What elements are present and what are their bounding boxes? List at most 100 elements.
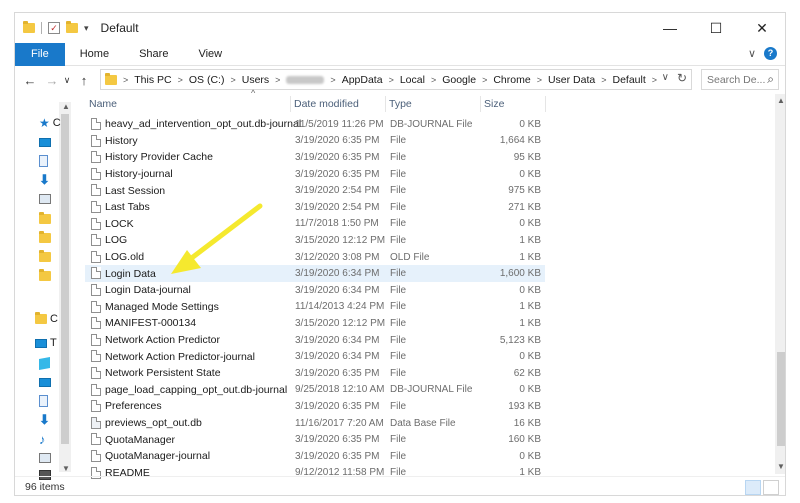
breadcrumb-separator[interactable]: > — [275, 75, 280, 85]
table-row[interactable]: Network Action Predictor-journal 3/19/202… — [85, 348, 545, 365]
file-size: 95 KB — [513, 151, 541, 163]
nav-item-downloads[interactable]: ⬇ — [39, 412, 69, 428]
breadcrumb-os-drive[interactable]: OS (C:) — [189, 74, 225, 86]
recent-locations-button[interactable]: ∨ — [61, 75, 73, 86]
nav-item-folder[interactable] — [39, 268, 69, 284]
breadcrumb-username-redacted[interactable] — [286, 75, 325, 84]
back-button[interactable]: ← — [21, 73, 39, 88]
nav-item-folder[interactable] — [39, 249, 69, 265]
nav-item-pictures[interactable] — [39, 191, 69, 207]
nav-item-pictures[interactable] — [39, 450, 69, 466]
table-row[interactable]: QuotaManager-journal 3/19/2020 6:35 PM Fil… — [85, 448, 545, 465]
breadcrumb-appdata[interactable]: AppData — [342, 74, 383, 86]
table-row[interactable]: History 3/19/2020 6:35 PM File 1,664 KB — [85, 133, 545, 150]
tab-share[interactable]: Share — [124, 43, 183, 66]
tab-file[interactable]: File — [15, 42, 65, 66]
folder-icon — [39, 269, 51, 281]
scroll-down-arrow[interactable]: ▼ — [777, 462, 785, 471]
nav-item-3d-objects[interactable] — [39, 355, 69, 371]
help-icon[interactable]: ? — [764, 47, 777, 60]
nav-item-desktop[interactable] — [39, 134, 69, 150]
file-date-modified: 3/19/2020 6:34 PM — [295, 284, 380, 296]
table-row[interactable]: MANIFEST-000134 3/15/2020 12:12 PM File 1 K… — [85, 315, 545, 332]
minimize-button[interactable]: — — [647, 13, 693, 43]
table-row[interactable]: LOG.old 3/12/2020 3:08 PM OLD File 1 KB — [85, 249, 545, 266]
table-row[interactable]: Network Action Predictor 3/19/2020 6:34 P… — [85, 332, 545, 349]
nav-item-this-pc[interactable]: T — [35, 335, 65, 351]
search-input[interactable]: Search De... — [707, 74, 765, 86]
file-size: 1,664 KB — [499, 135, 541, 147]
file-type: File — [390, 218, 407, 230]
table-row[interactable]: heavy_ad_intervention_opt_out.db-journal… — [85, 116, 545, 133]
search-icon[interactable]: ⌕ — [767, 72, 774, 87]
breadcrumb-local[interactable]: Local — [400, 74, 425, 86]
search-box[interactable]: Search De... ⌕ — [701, 69, 779, 90]
table-row[interactable]: Network Persistent State 3/19/2020 6:35 P… — [85, 365, 545, 382]
nav-item-folder[interactable] — [39, 211, 69, 227]
table-row[interactable]: Login Data 3/19/2020 6:34 PM File 1,600 KB — [85, 265, 545, 282]
table-row[interactable]: Preferences 3/19/2020 6:35 PM File 193 KB — [85, 398, 545, 415]
breadcrumb-separator[interactable]: > — [537, 75, 542, 85]
expand-ribbon-icon[interactable]: ∨ — [748, 47, 756, 60]
breadcrumb-chrome[interactable]: Chrome — [493, 74, 530, 86]
nav-item-folder[interactable] — [39, 230, 69, 246]
nav-item-quick-access[interactable]: ★ C — [39, 115, 69, 131]
nav-item-desktop[interactable] — [39, 374, 69, 390]
table-row[interactable]: LOCK 11/7/2018 1:50 PM File 0 KB — [85, 216, 545, 233]
scroll-up-arrow[interactable]: ▲ — [777, 96, 785, 105]
table-row[interactable]: LOG 3/15/2020 12:12 PM File 1 KB — [85, 232, 545, 249]
breadcrumb-separator[interactable]: > — [482, 75, 487, 85]
breadcrumb-default[interactable]: Default — [612, 74, 645, 86]
refresh-icon[interactable]: ↻ — [677, 71, 687, 85]
table-row[interactable]: Login Data-journal 3/19/2020 6:34 PM File 0… — [85, 282, 545, 299]
nav-item-documents[interactable] — [39, 153, 69, 169]
table-row[interactable]: Last Session 3/19/2020 2:54 PM File 975 KB — [85, 182, 545, 199]
up-button[interactable]: ↑ — [75, 73, 93, 88]
file-size: 193 KB — [508, 400, 541, 412]
nav-item-onedrive[interactable]: C — [35, 311, 65, 327]
table-row[interactable]: Last Tabs 3/19/2020 2:54 PM File 271 KB — [85, 199, 545, 216]
breadcrumb-separator[interactable]: > — [178, 75, 183, 85]
details-view-button[interactable] — [745, 480, 761, 495]
forward-button[interactable]: → — [43, 73, 61, 88]
breadcrumb-google[interactable]: Google — [442, 74, 476, 86]
column-header-name[interactable]: Name — [85, 94, 290, 114]
column-divider[interactable] — [545, 96, 546, 112]
breadcrumb-separator[interactable]: > — [601, 75, 606, 85]
nav-scroll-up-arrow[interactable]: ▲ — [62, 102, 70, 111]
breadcrumb-separator[interactable]: > — [652, 75, 657, 85]
close-button[interactable]: ✕ — [739, 13, 785, 43]
nav-item-downloads[interactable]: ⬇ — [39, 172, 69, 188]
table-row[interactable]: History Provider Cache 3/19/2020 6:35 PM F… — [85, 149, 545, 166]
customize-toolbar-icon[interactable]: ▾ — [84, 23, 89, 34]
breadcrumb-separator[interactable]: > — [330, 75, 335, 85]
table-row[interactable]: QuotaManager 3/19/2020 6:35 PM File 160 KB — [85, 431, 545, 448]
column-header-date-modified[interactable]: Date modified — [290, 94, 385, 114]
breadcrumb-separator[interactable]: > — [389, 75, 394, 85]
nav-item-documents[interactable] — [39, 393, 69, 409]
tab-home[interactable]: Home — [65, 43, 124, 66]
column-header-size[interactable]: Size — [480, 94, 545, 114]
file-list-scroll-thumb[interactable] — [777, 352, 785, 446]
breadcrumb-user-data[interactable]: User Data — [548, 74, 595, 86]
column-header-type[interactable]: Type — [385, 94, 480, 114]
address-bar[interactable]: > This PC > OS (C:) > Users > > AppData … — [100, 69, 692, 90]
breadcrumb-this-pc[interactable]: This PC — [134, 74, 171, 86]
properties-icon[interactable]: ✓ — [48, 22, 60, 34]
table-row[interactable]: previews_opt_out.db 11/16/2017 7:20 AM Dat… — [85, 415, 545, 432]
large-icons-view-button[interactable] — [763, 480, 779, 495]
address-history-dropdown[interactable]: ∨ — [662, 72, 669, 83]
nav-item-music[interactable]: ♪ — [39, 431, 69, 447]
file-list-scrollbar[interactable]: ▲ ▼ — [775, 94, 785, 474]
breadcrumb-separator[interactable]: > — [123, 75, 128, 85]
file-type: Data Base File — [390, 417, 456, 429]
breadcrumb-users[interactable]: Users — [242, 74, 269, 86]
table-row[interactable]: Managed Mode Settings 11/14/2013 4:24 PM F… — [85, 299, 545, 316]
breadcrumb-separator[interactable]: > — [230, 75, 235, 85]
new-folder-icon[interactable] — [66, 21, 78, 33]
tab-view[interactable]: View — [183, 43, 237, 66]
table-row[interactable]: page_load_capping_opt_out.db-journal 9/25… — [85, 382, 545, 399]
breadcrumb-separator[interactable]: > — [431, 75, 436, 85]
maximize-button[interactable]: ☐ — [693, 13, 739, 43]
table-row[interactable]: History-journal 3/19/2020 6:35 PM File 0 KB — [85, 166, 545, 183]
